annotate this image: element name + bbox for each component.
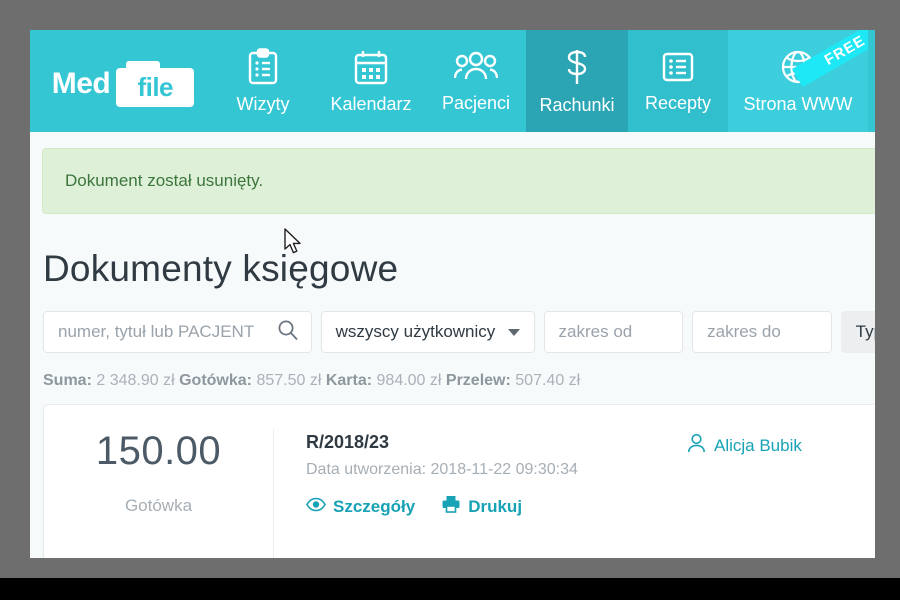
summary-suma-label: Suma:: [43, 372, 92, 389]
nav-item-pacjenci[interactable]: Pacjenci: [426, 30, 526, 132]
date-from-placeholder: zakres od: [558, 322, 633, 341]
document-number: R/2018/23: [306, 432, 390, 452]
alert-message: Dokument został usunięty.: [65, 171, 264, 190]
document-created-date: Data utworzenia: 2018-11-22 09:30:34: [306, 461, 578, 478]
document-details-block: R/2018/23 Data utworzenia: 2018-11-22 09…: [274, 431, 687, 518]
page-content: Dokument został usunięty. Dokumenty księ…: [30, 148, 875, 558]
document-payment-method: Gotówka: [124, 496, 193, 515]
app-logo[interactable]: Med file: [30, 30, 210, 132]
logo-folder-body: file: [116, 68, 195, 107]
summary-przelew-label: Przelew:: [445, 372, 511, 389]
summary-gotowka-value: 857.50 zł: [256, 372, 322, 389]
document-user[interactable]: Alicja Bubik: [687, 431, 875, 458]
success-alert: Dokument został usunięty.: [42, 148, 875, 214]
nav-item-recepty[interactable]: Recepty: [628, 30, 728, 132]
summary-karta-value: 984.00 zł: [376, 372, 442, 389]
screen-root: Med file Wizyty Kalendarz Pacjenci Rachu…: [0, 0, 900, 600]
clipboard-icon: [245, 47, 281, 86]
summary-suma-value: 2 348.90 zł: [96, 372, 175, 389]
type-filter-label: Typ: [855, 322, 875, 341]
document-amount: 150.00: [95, 429, 222, 473]
nav-label-pacjenci: Pacjenci: [441, 92, 511, 113]
document-card[interactable]: 150.00 Gotówka R/2018/23 Data utworzenia…: [43, 404, 875, 558]
nav-label-strona-www: Strona WWW: [743, 93, 853, 114]
type-filter-button[interactable]: Typ: [840, 311, 875, 353]
date-from-input[interactable]: zakres od: [543, 311, 684, 353]
search-placeholder: numer, tytuł lub PACJENT: [58, 322, 255, 341]
people-icon: [454, 49, 498, 85]
logo-text-med: Med: [51, 67, 111, 100]
browser-viewport: Med file Wizyty Kalendarz Pacjenci Rachu…: [30, 30, 875, 558]
user-filter-value: wszyscy użytkownicy: [335, 322, 496, 341]
top-navigation-bar: Med file Wizyty Kalendarz Pacjenci Rachu…: [30, 30, 875, 132]
window-frame: Med file Wizyty Kalendarz Pacjenci Rachu…: [0, 0, 900, 578]
search-icon[interactable]: [277, 319, 299, 346]
summary-gotowka-label: Gotówka:: [179, 372, 252, 389]
nav-item-rachunki[interactable]: Rachunki: [526, 30, 628, 132]
nav-label-kalendarz: Kalendarz: [330, 93, 412, 114]
document-amount-block: 150.00 Gotówka: [44, 429, 274, 558]
nav-label-recepty: Recepty: [644, 92, 712, 113]
user-filter-select[interactable]: wszyscy użytkownicy: [320, 311, 535, 353]
user-icon: [687, 433, 706, 458]
details-link-label: Szczegóły: [333, 496, 416, 516]
page-title: Dokumenty księgowe: [43, 248, 399, 289]
eye-icon: [306, 497, 326, 517]
list-icon: [660, 49, 696, 85]
nav-item-strona-www[interactable]: Strona WWW FREE: [728, 30, 868, 132]
summary-przelew-value: 507.40 zł: [515, 372, 581, 389]
details-link[interactable]: Szczegóły: [306, 495, 415, 518]
date-to-placeholder: zakres do: [707, 322, 781, 341]
totals-summary: Suma: 2 348.90 zł Gotówka: 857.50 zł Kar…: [43, 372, 875, 390]
print-link[interactable]: Drukuj: [441, 495, 522, 518]
nav-label-wizyty: Wizyty: [236, 93, 290, 114]
filter-toolbar: numer, tytuł lub PACJENT wszyscy użytkow…: [43, 311, 875, 353]
logo-file-shape: file: [116, 61, 195, 107]
summary-karta-label: Karta:: [325, 372, 373, 389]
date-to-input[interactable]: zakres do: [692, 311, 832, 353]
calendar-icon: [352, 48, 390, 86]
document-user-name: Alicja Bubik: [714, 435, 802, 455]
dollar-icon: [562, 47, 592, 87]
nav-label-rachunki: Rachunki: [539, 94, 615, 115]
document-actions: Szczegóły Drukuj: [306, 495, 687, 518]
search-input[interactable]: numer, tytuł lub PACJENT: [43, 311, 312, 353]
print-link-label: Drukuj: [468, 496, 523, 516]
nav-item-kalendarz[interactable]: Kalendarz: [316, 30, 426, 132]
printer-icon: [441, 495, 461, 518]
nav-item-wizyty[interactable]: Wizyty: [210, 30, 316, 132]
chevron-down-icon: [507, 328, 520, 336]
logo-text-file: file: [137, 71, 174, 102]
